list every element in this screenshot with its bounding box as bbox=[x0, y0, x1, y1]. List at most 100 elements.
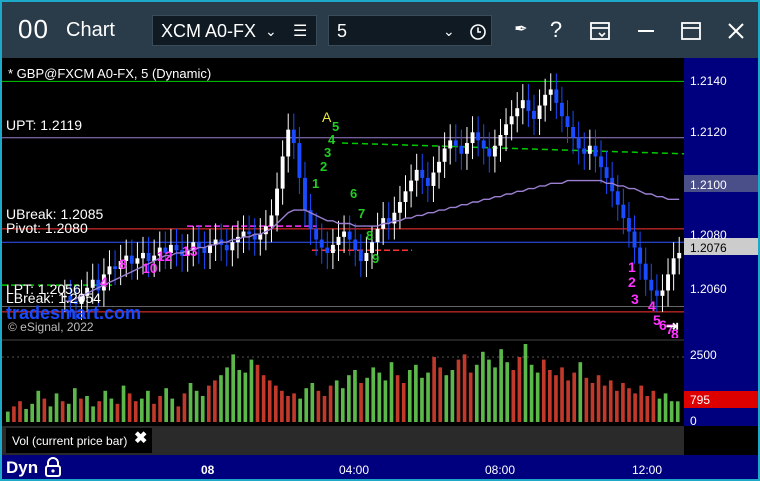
window-glyph: 00 bbox=[18, 14, 49, 44]
candle-body bbox=[638, 247, 643, 264]
volume-bar bbox=[273, 385, 278, 422]
volume-bar bbox=[560, 367, 564, 422]
volume-tick: 2500 bbox=[690, 348, 717, 362]
symbol-selector[interactable]: XCM A0-FX ⌄ ☰ bbox=[152, 15, 317, 46]
volume-bar bbox=[541, 359, 546, 422]
pen-icon[interactable]: ✒ bbox=[507, 16, 535, 44]
time-tick: 08:00 bbox=[485, 463, 516, 477]
help-icon[interactable]: ? bbox=[542, 16, 570, 44]
count-label-green: 3 bbox=[324, 145, 331, 160]
candle-body bbox=[280, 156, 285, 189]
layout-icon[interactable] bbox=[586, 16, 614, 44]
volume-bar bbox=[615, 390, 619, 422]
volume-bar bbox=[353, 370, 357, 422]
list-icon[interactable]: ☰ bbox=[293, 16, 307, 47]
volume-bar bbox=[334, 380, 339, 422]
close-icon[interactable] bbox=[722, 16, 750, 44]
candle-body bbox=[224, 244, 229, 251]
candle-body bbox=[532, 110, 536, 119]
clock-icon[interactable] bbox=[469, 16, 487, 47]
volume-bar bbox=[371, 367, 376, 422]
volume-bar bbox=[347, 375, 351, 422]
volume-bar bbox=[432, 357, 436, 422]
volume-bar bbox=[194, 390, 199, 422]
count-label-magenta: 13 bbox=[182, 243, 198, 259]
maximize-icon[interactable] bbox=[677, 16, 705, 44]
count-label-magenta: 2 bbox=[628, 274, 636, 290]
price-tick: 1.2060 bbox=[690, 282, 727, 296]
volume-bar bbox=[170, 398, 175, 422]
time-tick: 12:00 bbox=[632, 463, 663, 477]
candle-body bbox=[135, 258, 140, 264]
volume-bar bbox=[316, 390, 321, 422]
candle-body bbox=[453, 140, 458, 146]
volume-bar bbox=[24, 409, 28, 422]
candle-body bbox=[325, 247, 330, 253]
volume-bar bbox=[602, 385, 607, 422]
volume-bar bbox=[66, 403, 71, 422]
chart-header: * GBP@FXCM A0-FX, 5 (Dynamic) bbox=[8, 66, 212, 81]
close-icon[interactable]: ✖ bbox=[134, 428, 147, 448]
candle-body bbox=[643, 263, 648, 280]
candle-body bbox=[448, 140, 453, 149]
volume-bar bbox=[255, 364, 260, 422]
candle-body bbox=[537, 105, 542, 119]
candle-body bbox=[526, 100, 531, 111]
volume-legend: Vol (current price bar) bbox=[12, 434, 128, 448]
title-bar: 00 Chart XCM A0-FX ⌄ ☰ 5 ⌄ ✒ ? bbox=[2, 2, 758, 58]
candle-body bbox=[621, 204, 626, 219]
minimize-icon[interactable] bbox=[632, 16, 660, 44]
lock-icon[interactable] bbox=[44, 457, 62, 479]
volume-bar bbox=[487, 359, 491, 422]
volume-bar bbox=[109, 398, 114, 422]
count-label-green: 1 bbox=[312, 176, 319, 191]
candle-body bbox=[275, 188, 279, 216]
volume-bar bbox=[103, 390, 108, 422]
candle-body bbox=[615, 191, 620, 205]
volume-bar bbox=[572, 372, 577, 422]
volume-bar bbox=[669, 401, 674, 422]
pivot-label: Pivot: 1.2080 bbox=[6, 220, 88, 236]
volume-bar bbox=[243, 372, 248, 422]
volume-bar bbox=[188, 383, 193, 422]
candle-body bbox=[319, 239, 324, 248]
price-axis[interactable] bbox=[684, 58, 758, 338]
candle-body bbox=[141, 252, 145, 259]
volume-bar bbox=[517, 357, 522, 422]
time-tick: 08 bbox=[201, 463, 215, 477]
count-label-green: 2 bbox=[320, 159, 327, 174]
volume-bar bbox=[645, 396, 650, 422]
candle-body bbox=[297, 143, 302, 178]
volume-bar bbox=[554, 375, 558, 422]
chevron-down-icon[interactable]: ⌄ bbox=[265, 16, 277, 47]
candle-body bbox=[336, 236, 341, 245]
volume-chart[interactable] bbox=[2, 338, 684, 426]
volume-bar bbox=[401, 383, 406, 422]
candle-body bbox=[347, 231, 352, 240]
candle-body bbox=[258, 234, 263, 240]
candle-body bbox=[470, 132, 475, 144]
volume-bar bbox=[127, 393, 132, 422]
price-tick: 1.2140 bbox=[690, 74, 727, 88]
current-price: 1.2076 bbox=[690, 241, 727, 255]
count-label-green: 5 bbox=[332, 119, 339, 134]
volume-bar bbox=[529, 364, 534, 422]
candle-body bbox=[599, 156, 603, 168]
candle-body bbox=[571, 126, 576, 138]
pattern-label: A bbox=[322, 109, 332, 125]
mode-label[interactable]: Dyn bbox=[6, 458, 38, 478]
volume-bar bbox=[438, 367, 443, 422]
volume-bar bbox=[54, 393, 59, 422]
price-chart[interactable]: 48101213123456789123456789A bbox=[2, 58, 684, 338]
volume-bar bbox=[286, 396, 290, 422]
interval-selector[interactable]: 5 ⌄ bbox=[328, 15, 492, 46]
chevron-down-icon[interactable]: ⌄ bbox=[443, 16, 455, 47]
count-label-green: 7 bbox=[358, 206, 365, 221]
volume-bar bbox=[292, 393, 296, 422]
scroll-to-end-icon[interactable]: ⇥ bbox=[666, 317, 679, 335]
count-label-magenta: 4 bbox=[100, 274, 108, 290]
volume-bar bbox=[389, 362, 394, 422]
volume-bar bbox=[225, 367, 229, 422]
volume-bar bbox=[30, 403, 35, 422]
volume-bar bbox=[395, 375, 400, 422]
